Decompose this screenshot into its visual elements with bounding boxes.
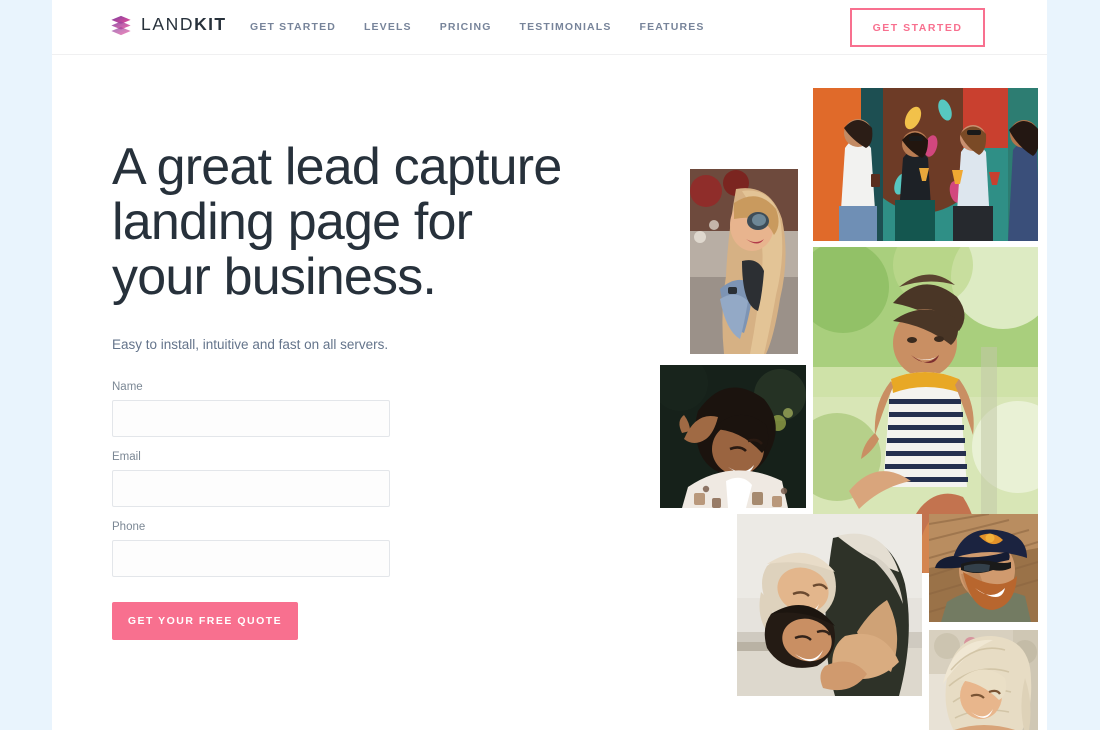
- hero-image-collage: [592, 70, 1038, 730]
- couple-embrace-photo: [737, 514, 922, 696]
- man-cap-sunglasses-photo: [929, 514, 1038, 622]
- name-input[interactable]: [112, 400, 390, 437]
- curly-hair-woman-photo: [660, 365, 806, 508]
- form-field-phone: Phone: [112, 521, 390, 577]
- nav-item-levels[interactable]: LEVELS: [364, 21, 412, 33]
- logo-link[interactable]: LANDKIT: [110, 14, 226, 36]
- email-input[interactable]: [112, 470, 390, 507]
- name-label: Name: [112, 381, 143, 393]
- logo-text-bold: KIT: [194, 14, 227, 35]
- phone-label: Phone: [112, 521, 146, 533]
- friends-at-mural-photo: [813, 88, 1038, 241]
- form-field-email: Email: [112, 451, 390, 507]
- hero-subheadline: Easy to install, intuitive and fast on a…: [112, 337, 389, 352]
- page-title: A great lead capture landing page for yo…: [112, 138, 562, 306]
- stacked-layers-icon: [110, 14, 132, 36]
- logo-text-light: LAND: [141, 14, 195, 35]
- main-navigation: GET STARTED LEVELS PRICING TESTIMONIALS …: [250, 21, 705, 33]
- blonde-windblown-photo: [929, 630, 1038, 730]
- form-field-name: Name: [112, 381, 390, 437]
- get-free-quote-button[interactable]: GET YOUR FREE QUOTE: [112, 602, 298, 640]
- nav-item-get-started[interactable]: GET STARTED: [250, 21, 336, 33]
- header-get-started-button[interactable]: GET STARTED: [850, 8, 985, 47]
- site-header: LANDKIT GET STARTED LEVELS PRICING TESTI…: [52, 0, 1047, 55]
- email-label: Email: [112, 451, 141, 463]
- woman-sunglasses-photo: [690, 169, 798, 354]
- nav-item-pricing[interactable]: PRICING: [440, 21, 492, 33]
- hero-section: A great lead capture landing page for yo…: [112, 140, 582, 640]
- phone-input[interactable]: [112, 540, 390, 577]
- nav-item-features[interactable]: FEATURES: [640, 21, 705, 33]
- logo-text: LANDKIT: [141, 16, 226, 34]
- page-content: LANDKIT GET STARTED LEVELS PRICING TESTI…: [52, 0, 1047, 730]
- nav-item-testimonials[interactable]: TESTIMONIALS: [520, 21, 612, 33]
- lead-capture-form: Name Email Phone GET YOUR FREE QUOTE: [112, 381, 390, 640]
